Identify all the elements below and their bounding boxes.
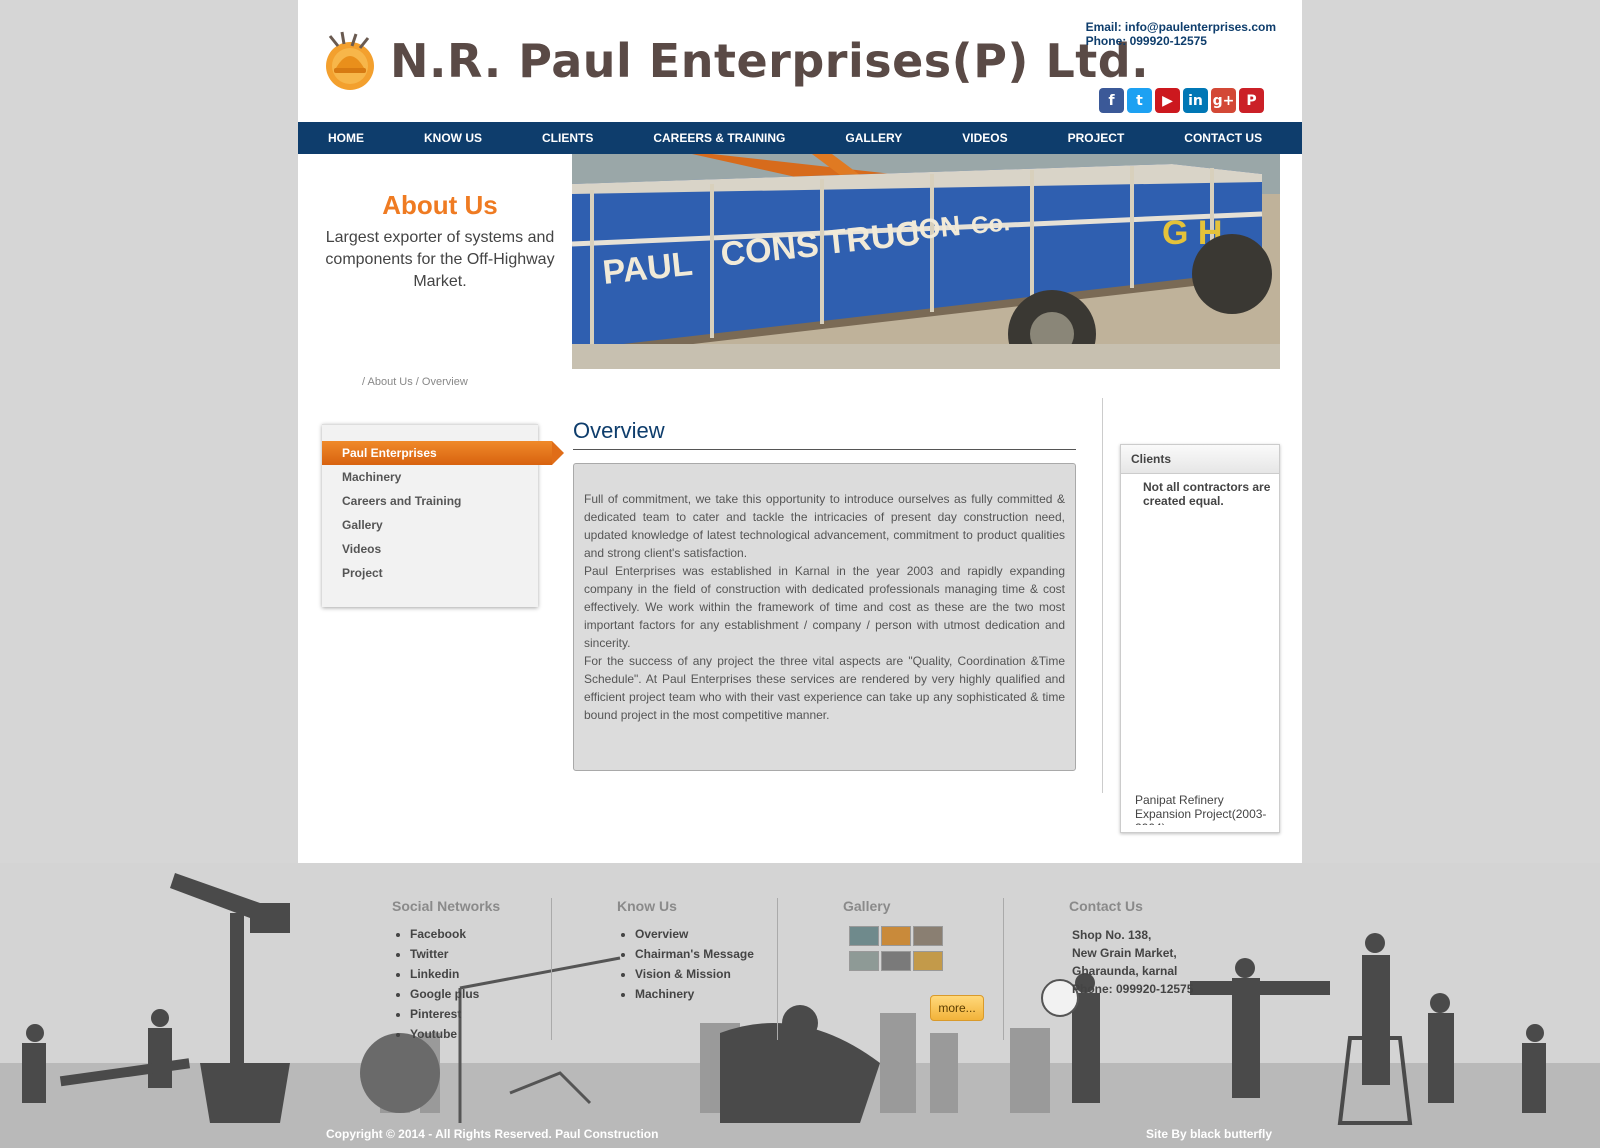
nav-clients[interactable]: CLIENTS <box>512 131 623 145</box>
footer-construction-silhouettes <box>0 863 1600 1148</box>
sidebar-item-careers[interactable]: Careers and Training <box>322 489 538 513</box>
facebook-icon[interactable]: f <box>1099 88 1124 113</box>
svg-text:Co.: Co. <box>970 209 1011 240</box>
footer-gallery-title: Gallery <box>843 898 891 914</box>
overview-divider <box>573 449 1076 450</box>
address-phone: Phone: 099920-12575 <box>1072 982 1194 996</box>
footer-gallery-column: Gallery <box>843 898 943 971</box>
gallery-thumb[interactable] <box>881 951 911 971</box>
footer-know-title: Know Us <box>617 898 677 914</box>
address-line: New Grain Market, <box>1072 946 1177 960</box>
footer-link-facebook[interactable]: Facebook <box>410 924 500 944</box>
overview-content: Full of commitment, we take this opportu… <box>573 463 1076 771</box>
youtube-icon[interactable]: ▶ <box>1155 88 1180 113</box>
gallery-thumb[interactable] <box>849 951 879 971</box>
svg-text:ION: ION <box>909 210 962 246</box>
main-nav: HOME KNOW US CLIENTS CAREERS & TRAINING … <box>298 122 1302 154</box>
clients-title: Clients <box>1121 445 1279 474</box>
header-contact: Email: info@paulenterprises.com Phone: 0… <box>1086 20 1276 48</box>
footer-link-linkedin[interactable]: Linkedin <box>410 964 500 984</box>
nav-gallery[interactable]: GALLERY <box>815 131 932 145</box>
overview-paragraph: Paul Enterprises was established in Karn… <box>584 564 1065 650</box>
footer-link-youtube[interactable]: Youtube <box>410 1024 500 1044</box>
pinterest-icon[interactable]: P <box>1239 88 1264 113</box>
overview-paragraph: Full of commitment, we take this opportu… <box>584 492 1065 560</box>
sidebar-item-paul-enterprises[interactable]: Paul Enterprises <box>322 441 564 465</box>
banner-truck-image: PAUL CONS TRUC ION Co. G H <box>572 154 1280 369</box>
column-divider <box>1102 398 1103 793</box>
page-container: N.R. Paul Enterprises(P) Ltd. Email: inf… <box>298 0 1302 863</box>
hardhat-logo-icon[interactable] <box>322 30 378 92</box>
footer-know-column: Know Us Overview Chairman's Message Visi… <box>617 898 754 1004</box>
overview-paragraph: For the success of any project the three… <box>584 654 1065 722</box>
nav-careers-training[interactable]: CAREERS & TRAINING <box>623 131 815 145</box>
sidebar-item-project[interactable]: Project <box>322 561 538 585</box>
gallery-thumb[interactable] <box>849 926 879 946</box>
sidebar-item-machinery[interactable]: Machinery <box>322 465 538 489</box>
clients-tagline: Not all contractors are created equal. <box>1143 480 1271 508</box>
clients-panel: Clients Not all contractors are created … <box>1120 444 1280 833</box>
footer-address: Shop No. 138, New Grain Market, Gharaund… <box>1069 926 1193 998</box>
breadcrumb[interactable]: / About Us / Overview <box>362 376 468 388</box>
footer-link-machinery[interactable]: Machinery <box>635 984 754 1004</box>
gallery-thumb[interactable] <box>913 926 943 946</box>
footer-contact-title: Contact Us <box>1069 898 1143 914</box>
twitter-icon[interactable]: t <box>1127 88 1152 113</box>
footer-divider <box>777 898 778 1040</box>
nav-videos[interactable]: VIDEOS <box>932 131 1037 145</box>
footer-link-overview[interactable]: Overview <box>635 924 754 944</box>
gallery-thumb[interactable] <box>881 926 911 946</box>
nav-contact-us[interactable]: CONTACT US <box>1154 131 1292 145</box>
footer-link-vision-mission[interactable]: Vision & Mission <box>635 964 754 984</box>
overview-title: Overview <box>573 418 665 443</box>
header-social-icons: f t ▶ in g+ P <box>1099 88 1264 113</box>
gallery-thumb[interactable] <box>913 951 943 971</box>
sidebar-menu: Paul Enterprises Machinery Careers and T… <box>322 424 564 607</box>
footer-divider <box>551 898 552 1040</box>
footer-social-title: Social Networks <box>392 898 501 914</box>
linkedin-icon[interactable]: in <box>1183 88 1208 113</box>
footer-divider <box>1003 898 1004 1040</box>
about-text: Largest exporter of systems and componen… <box>325 229 555 290</box>
nav-know-us[interactable]: KNOW US <box>394 131 512 145</box>
footer-link-google-plus[interactable]: Google plus <box>410 984 500 1004</box>
nav-project[interactable]: PROJECT <box>1038 131 1155 145</box>
clients-project-ticker[interactable]: Panipat Refinery Expansion Project(2003-… <box>1135 793 1275 825</box>
address-line: Shop No. 138, <box>1072 928 1152 942</box>
about-box: About Us Largest exporter of systems and… <box>320 190 560 293</box>
footer-contact-column: Contact Us Shop No. 138, New Grain Marke… <box>1069 898 1193 998</box>
about-title: About Us <box>382 190 498 220</box>
footer-link-twitter[interactable]: Twitter <box>410 944 500 964</box>
footer-social-column: Social Networks Facebook Twitter Linkedi… <box>392 898 500 1044</box>
nav-home[interactable]: HOME <box>298 131 394 145</box>
footer-link-chairmans-message[interactable]: Chairman's Message <box>635 944 754 964</box>
address-line: Gharaunda, karnal <box>1072 964 1178 978</box>
header-email[interactable]: Email: info@paulenterprises.com <box>1086 20 1276 34</box>
footer-link-pinterest[interactable]: Pinterest <box>410 1004 500 1024</box>
sidebar-item-gallery[interactable]: Gallery <box>322 513 538 537</box>
footer-gallery-thumbs <box>849 926 943 971</box>
header-phone: Phone: 099920-12575 <box>1085 34 1207 48</box>
sidebar-item-videos[interactable]: Videos <box>322 537 538 561</box>
gallery-more-button[interactable]: more... <box>930 995 984 1021</box>
copyright-text: Copyright © 2014 - All Rights Reserved. … <box>326 1127 659 1141</box>
site-title[interactable]: N.R. Paul Enterprises(P) Ltd. <box>390 34 1149 88</box>
site-by-credit[interactable]: Site By black butterfly <box>1146 1127 1272 1141</box>
google-plus-icon[interactable]: g+ <box>1211 88 1236 113</box>
